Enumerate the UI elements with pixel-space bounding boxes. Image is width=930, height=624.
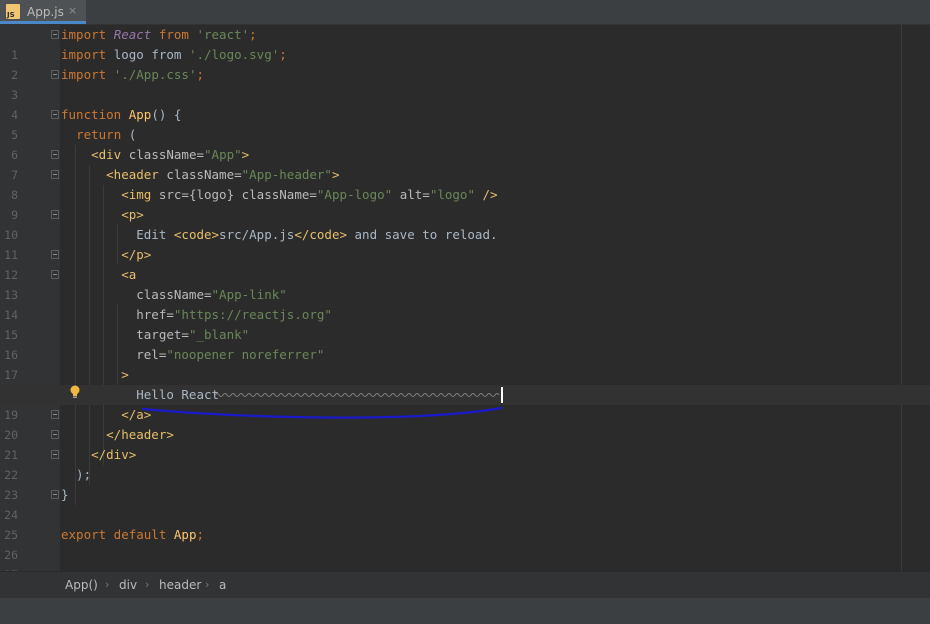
fold-toggle-icon[interactable] <box>51 410 59 419</box>
code-line: 17 rel="noopener noreferrer" <box>4 347 325 382</box>
code-line: 21 </header> <box>4 427 174 462</box>
code-line: 25 <box>4 528 18 542</box>
breadcrumb-separator-icon: › <box>105 578 110 591</box>
fold-toggle-icon[interactable] <box>51 30 59 39</box>
tab-label: App.js <box>27 5 64 19</box>
code-line: 9 <img src={logo} className="App-logo" a… <box>11 187 498 222</box>
lightbulb-icon[interactable] <box>69 385 81 399</box>
code-line: 1 import React from 'react'; <box>0 25 930 62</box>
editor-tab-bar: JS App.js × <box>0 0 930 25</box>
code-editor[interactable]: 1 import React from 'react'; 2 import lo… <box>0 25 930 582</box>
breadcrumb-item-app[interactable]: App() <box>65 577 98 593</box>
code-line: 16 target="_blank" <box>4 327 250 362</box>
code-line: 11 Edit <code>src/App.js</code> and save… <box>4 227 498 262</box>
status-bar <box>0 597 930 624</box>
fold-toggle-icon[interactable] <box>51 430 59 439</box>
fold-toggle-icon[interactable] <box>51 450 59 459</box>
fold-toggle-icon[interactable] <box>51 70 59 79</box>
code-line: 18 > <box>4 367 129 402</box>
fold-toggle-icon[interactable] <box>51 490 59 499</box>
code-line: 24 } <box>4 487 69 522</box>
breadcrumb-item-a[interactable]: a <box>219 577 226 593</box>
text-caret <box>501 387 503 403</box>
code-line: 26 export default App; <box>4 527 204 562</box>
js-file-icon: JS <box>6 4 20 19</box>
fold-toggle-icon[interactable] <box>51 270 59 279</box>
fold-toggle-icon[interactable] <box>51 110 59 119</box>
code-line: 7 <div className="App"> <box>11 147 250 182</box>
code-line: 15 href="https://reactjs.org" <box>4 307 332 342</box>
code-line: 22 </div> <box>4 447 137 482</box>
code-line: 3 import './App.css'; <box>11 67 205 102</box>
code-line: 14 className="App-link" <box>4 287 287 322</box>
breadcrumb-item-div[interactable]: div <box>119 577 137 593</box>
breadcrumb-separator-icon: › <box>145 578 150 591</box>
code-line: 6 return ( <box>11 127 137 162</box>
code-line: 10 <p> <box>4 207 144 242</box>
breadcrumb-separator-icon: › <box>205 578 210 591</box>
code-line: 5 function App() { <box>11 107 182 142</box>
tab-app-js[interactable]: JS App.js × <box>0 0 86 24</box>
fold-toggle-icon[interactable] <box>51 150 59 159</box>
code-line: 12 </p> <box>4 247 152 282</box>
code-line: 2 import logo from './logo.svg'; <box>11 47 287 82</box>
code-line: 13 <a <box>4 267 137 302</box>
code-line: 20 </a> <box>4 407 152 442</box>
fold-toggle-icon[interactable] <box>51 210 59 219</box>
code-line: 8 <header className="App-header"> <box>11 167 340 202</box>
breadcrumb: App() › div › header › a <box>0 571 930 598</box>
close-icon[interactable]: × <box>68 3 77 19</box>
code-line: 27 <box>0 545 930 582</box>
breadcrumb-item-header[interactable]: header <box>159 577 201 593</box>
code-line: 23 ); <box>4 467 92 502</box>
code-line: 4 <box>11 108 18 122</box>
typo-squiggle-underline <box>215 393 500 397</box>
fold-toggle-icon[interactable] <box>51 170 59 179</box>
fold-toggle-icon[interactable] <box>51 250 59 259</box>
